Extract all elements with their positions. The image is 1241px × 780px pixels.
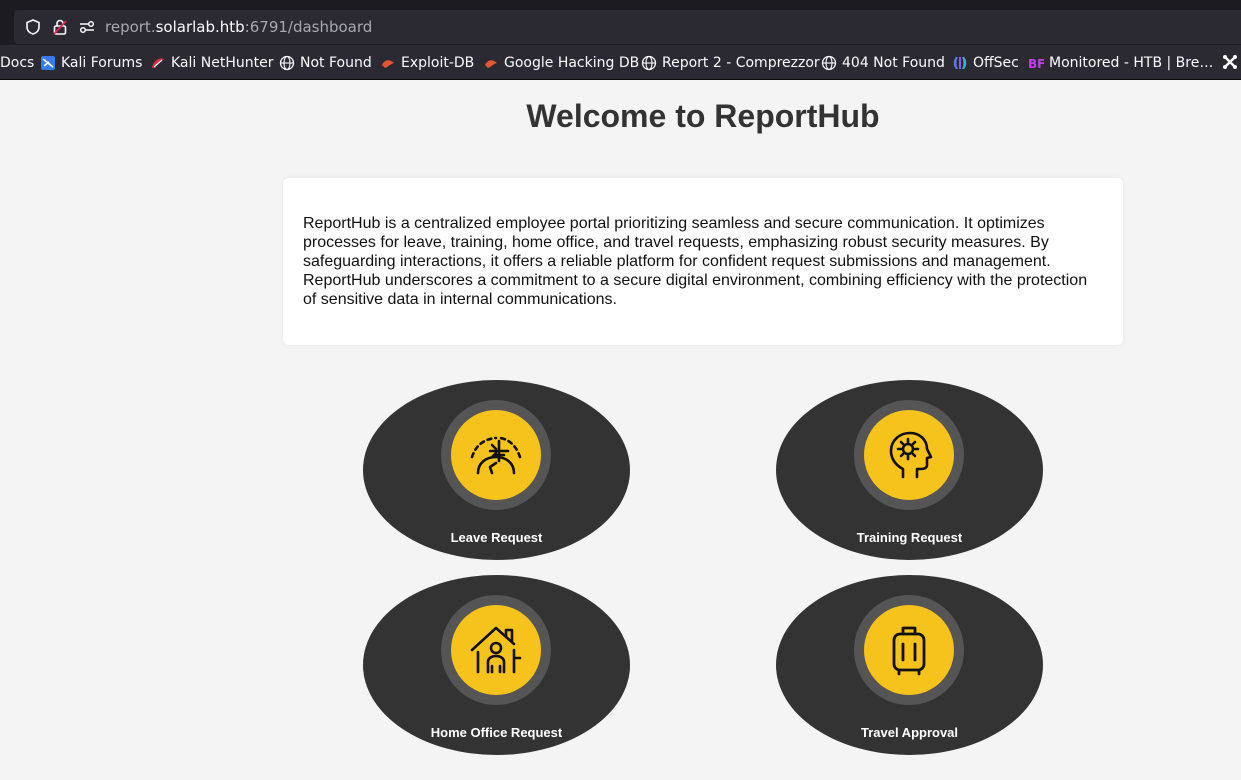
url-prefix: report.	[105, 18, 156, 36]
icon-disc	[451, 605, 541, 695]
kali-forums-icon	[41, 56, 55, 70]
bookmark-not-found[interactable]: Not Found	[279, 53, 372, 73]
intro-text: ReportHub is a centralized employee port…	[303, 215, 1088, 308]
bookmark-kali-nethunter[interactable]: Kali NetHunter	[150, 53, 273, 73]
ghdb-icon	[485, 60, 497, 68]
joomla-icon[interactable]	[1222, 54, 1238, 70]
lock-warning-icon[interactable]	[51, 18, 69, 36]
exploit-db-icon	[382, 60, 394, 68]
bookmark-label: Monitored - HTB | Bre…	[1049, 55, 1214, 71]
globe-icon	[821, 55, 837, 71]
globe-icon	[641, 55, 657, 71]
airplane-globe-icon	[470, 436, 522, 475]
bookmark-kali-forums[interactable]: Kali Forums	[40, 53, 142, 73]
bookmark-offsec[interactable]: OffSec	[952, 53, 1019, 73]
bookmark-docs[interactable]: Docs	[0, 53, 34, 73]
page-title: Welcome to ReportHub	[526, 98, 880, 134]
browser-toolbar: report.solarlab.htb:6791/dashboard	[0, 0, 1241, 45]
bf-icon: BF	[1028, 57, 1044, 71]
bookmark-label: Exploit-DB	[401, 55, 475, 71]
training-request-tile[interactable]: Training Request	[776, 380, 1043, 560]
kali-nethunter-icon	[152, 58, 164, 68]
head-gear-icon	[889, 431, 933, 479]
bookmark-exploit-db[interactable]: Exploit-DB	[380, 53, 474, 73]
icon-ring	[441, 595, 551, 705]
bookmark-label: Kali NetHunter	[171, 55, 274, 71]
bookmark-label: Report 2 - Comprezzor	[662, 55, 820, 71]
bookmark-label: 404 Not Found	[842, 55, 945, 71]
tile-label: Training Request	[856, 530, 963, 545]
url-suffix: :6791/dashboard	[244, 18, 373, 36]
bookmark-label: Docs	[0, 55, 35, 71]
globe-icon	[279, 55, 295, 71]
bookmark-report-2[interactable]: Report 2 - Comprezzor	[641, 53, 820, 73]
offsec-icon	[953, 57, 967, 69]
intro-card: ReportHub is a centralized employee port…	[283, 178, 1123, 345]
bookmark-label: Kali Forums	[61, 55, 143, 71]
icon-disc	[451, 410, 541, 500]
bookmark-google-hacking-db[interactable]: Google Hacking DB	[483, 53, 639, 73]
bookmark-label: OffSec	[973, 55, 1019, 71]
icon-disc	[864, 605, 954, 695]
tile-label: Travel Approval	[860, 725, 959, 740]
house-person-icon	[470, 626, 522, 674]
url-text[interactable]: report.solarlab.htb:6791/dashboard	[105, 18, 372, 36]
travel-approval-tile[interactable]: Travel Approval	[776, 575, 1043, 755]
home-office-request-tile[interactable]: Home Office Request	[363, 575, 630, 755]
permissions-icon[interactable]	[78, 18, 96, 36]
address-bar[interactable]: report.solarlab.htb:6791/dashboard	[14, 10, 1241, 44]
svg-text:BF: BF	[1028, 57, 1044, 71]
bookmark-404-not-found[interactable]: 404 Not Found	[821, 53, 945, 73]
tile-label: Home Office Request	[430, 725, 563, 740]
url-host: solarlab.htb	[155, 18, 245, 36]
bookmark-label: Google Hacking DB	[504, 55, 640, 71]
bookmark-monitored-htb[interactable]: BF Monitored - HTB | Bre…	[1028, 53, 1213, 73]
shield-icon[interactable]	[24, 18, 42, 36]
icon-disc	[864, 410, 954, 500]
luggage-icon	[892, 626, 926, 676]
icon-ring	[854, 400, 964, 510]
bookmarks-toolbar: Docs Kali Forums Kali NetHunter Not Foun…	[0, 45, 1241, 80]
icon-ring	[441, 400, 551, 510]
icon-ring	[854, 595, 964, 705]
tile-label: Leave Request	[450, 530, 543, 545]
bookmark-label: Not Found	[300, 55, 372, 71]
leave-request-tile[interactable]: Leave Request	[363, 380, 630, 560]
